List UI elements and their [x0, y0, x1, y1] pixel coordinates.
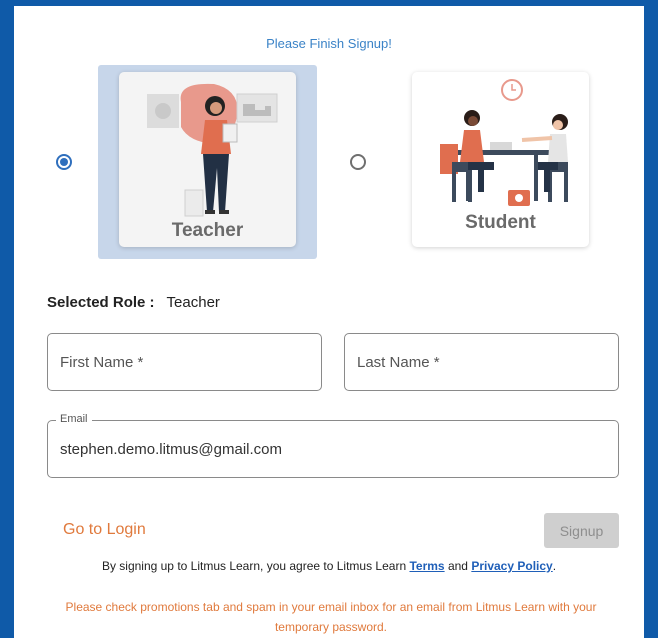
signup-frame: Please Finish Signup! Teacher Student Se… [0, 0, 658, 638]
email-notice: Please check promotions tab and spam in … [65, 600, 597, 634]
terms-link[interactable]: Terms [409, 559, 444, 573]
student-label: Student [465, 212, 536, 233]
agreement-suffix: . [552, 559, 557, 573]
privacy-policy-link[interactable]: Privacy Policy [471, 559, 552, 573]
email-input[interactable] [60, 421, 606, 477]
student-card[interactable]: Student [412, 72, 589, 247]
email-field[interactable]: Email [47, 413, 619, 478]
teacher-card[interactable]: Teacher [119, 72, 296, 247]
last-name-input[interactable] [357, 334, 606, 390]
agreement-text: By signing up to Litmus Learn, you agree… [14, 559, 644, 573]
selected-role-label: Selected Role : [47, 294, 155, 311]
go-to-login-link[interactable]: Go to Login [63, 521, 146, 539]
teacher-role-option[interactable]: Teacher [98, 65, 317, 259]
agreement-and: and [447, 559, 468, 573]
selected-role-row: Selected Role : Teacher [47, 294, 220, 311]
teacher-label: Teacher [171, 220, 244, 241]
signup-button[interactable]: Signup [544, 513, 619, 548]
first-name-input[interactable] [60, 334, 309, 390]
teacher-radio[interactable] [56, 154, 72, 170]
page-title: Please Finish Signup! [266, 36, 392, 51]
selected-role-value: Teacher [166, 294, 220, 311]
first-name-field[interactable] [47, 333, 322, 391]
student-radio[interactable] [350, 154, 366, 170]
agreement-prefix: By signing up to Litmus Learn, you agree… [101, 559, 407, 573]
last-name-field[interactable] [344, 333, 619, 391]
